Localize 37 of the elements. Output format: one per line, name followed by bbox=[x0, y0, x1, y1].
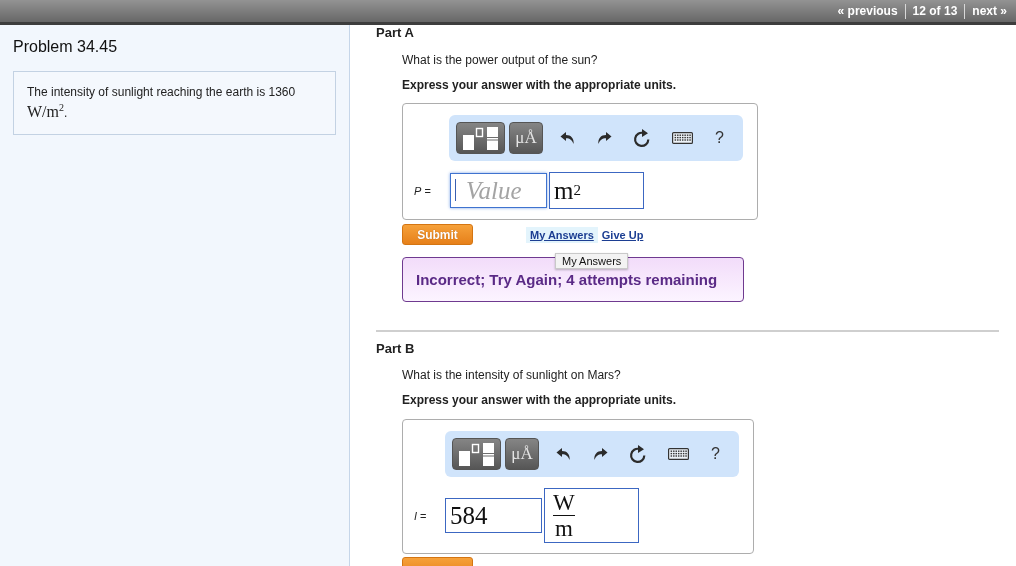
answer-link[interactable]: Give Up bbox=[597, 226, 648, 243]
unit-field[interactable]: m$^{2}$ bbox=[549, 172, 644, 209]
instruction-text: Express your answer with the appropriate units. bbox=[402, 392, 678, 408]
answer-link[interactable]: My Answers bbox=[526, 226, 598, 243]
unit-field[interactable]: W m bbox=[544, 488, 639, 543]
templates-button[interactable] bbox=[456, 122, 505, 154]
previous-link[interactable]: « previous bbox=[830, 3, 905, 19]
reset-icon[interactable] bbox=[629, 444, 647, 464]
undo-icon[interactable] bbox=[560, 131, 576, 145]
text-cursor bbox=[455, 179, 456, 201]
problem-statement: The intensity of sunlight reaching the earth is 1360 W/m$^{2}$. bbox=[27, 84, 297, 122]
keyboard-icon[interactable] bbox=[672, 132, 693, 144]
undo-icon[interactable] bbox=[556, 447, 572, 461]
instruction-text: Express your answer with the appropriate units. bbox=[402, 77, 678, 93]
problem-title: Problem 34.45 bbox=[13, 38, 119, 56]
question-text: What is the intensity of sunlight on Mars? bbox=[402, 367, 622, 383]
question-text: What is the power output of the sun? bbox=[402, 52, 599, 68]
part-heading: Part A bbox=[376, 25, 415, 40]
answer-field[interactable]: Value bbox=[450, 173, 547, 208]
redo-icon[interactable] bbox=[596, 131, 612, 145]
tooltip: My Answers bbox=[555, 253, 629, 269]
variable-label: I = bbox=[414, 509, 428, 522]
next-link[interactable]: next » bbox=[964, 3, 1014, 19]
reset-icon[interactable] bbox=[633, 128, 651, 148]
variable-label: P = bbox=[414, 184, 432, 197]
help-button[interactable]: ? bbox=[715, 129, 724, 147]
fraction-template-icon bbox=[462, 126, 499, 150]
answer-field[interactable]: 584 bbox=[445, 498, 542, 533]
keyboard-icon[interactable] bbox=[668, 448, 689, 460]
help-button[interactable]: ? bbox=[711, 445, 720, 463]
page-position: 12 of 13 bbox=[904, 3, 965, 19]
redo-icon[interactable] bbox=[592, 447, 608, 461]
units-button[interactable]: μÅ bbox=[505, 438, 539, 470]
fraction-template-icon bbox=[458, 442, 495, 466]
units-button[interactable]: μÅ bbox=[509, 122, 543, 154]
part-heading: Part B bbox=[376, 341, 416, 356]
templates-button[interactable] bbox=[452, 438, 501, 470]
